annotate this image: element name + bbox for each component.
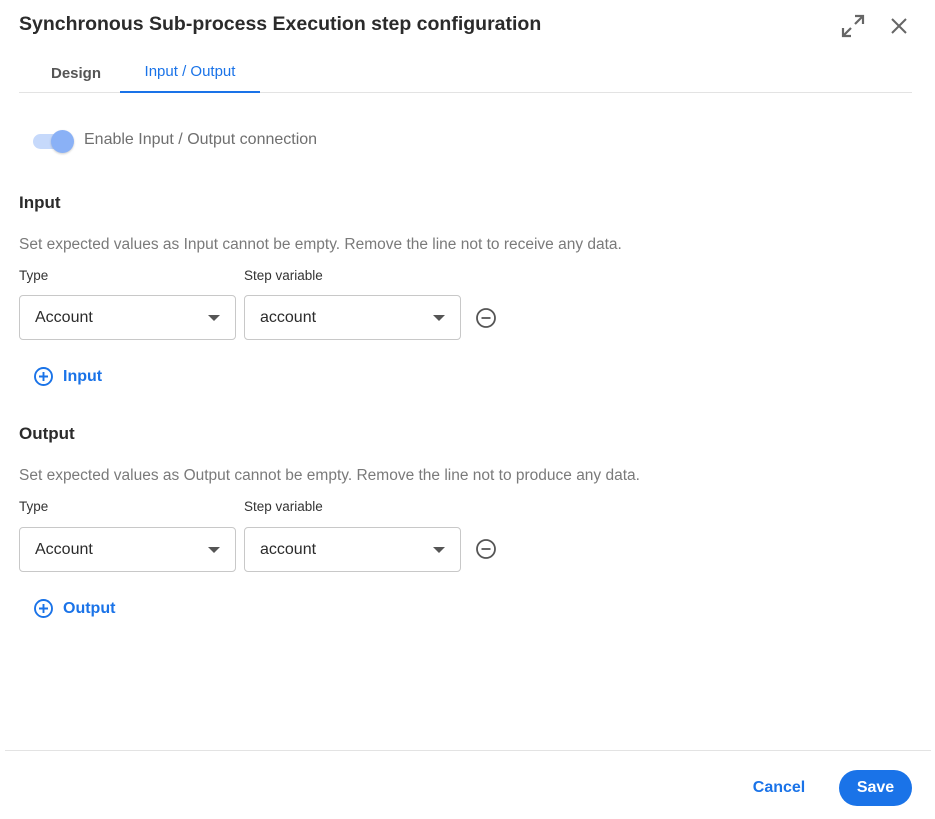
output-section-description: Set expected values as Output cannot be …	[19, 467, 640, 484]
output-type-select[interactable]: Account	[19, 527, 236, 572]
remove-input-row-button[interactable]	[475, 307, 497, 329]
dropdown-arrow-icon	[433, 315, 445, 321]
dialog-title: Synchronous Sub-process Execution step c…	[19, 13, 542, 35]
input-variable-select[interactable]: account	[244, 295, 461, 340]
tab-design[interactable]: Design	[26, 52, 126, 94]
input-type-value: Account	[35, 308, 93, 326]
plus-circle-icon	[34, 599, 53, 618]
toggle-label: Enable Input / Output connection	[84, 131, 318, 148]
cancel-button[interactable]: Cancel	[742, 771, 816, 805]
input-variable-label: Step variable	[244, 268, 323, 283]
input-variable-value: account	[260, 308, 317, 326]
output-section-title: Output	[19, 424, 75, 443]
dropdown-arrow-icon	[208, 547, 220, 553]
output-variable-value: account	[260, 540, 317, 558]
add-input-label: Input	[63, 367, 103, 385]
input-section-description: Set expected values as Input cannot be e…	[19, 236, 622, 253]
output-type-label: Type	[19, 499, 49, 514]
plus-circle-icon	[34, 367, 53, 386]
dropdown-arrow-icon	[433, 547, 445, 553]
add-output-label: Output	[63, 599, 116, 617]
close-button[interactable]	[886, 13, 912, 39]
expand-icon	[841, 14, 865, 38]
minus-circle-icon	[476, 308, 496, 328]
add-input-button[interactable]: Input	[33, 366, 102, 387]
add-output-button[interactable]: Output	[33, 598, 115, 619]
expand-button[interactable]	[840, 13, 866, 39]
dropdown-arrow-icon	[208, 315, 220, 321]
input-section-title: Input	[19, 193, 61, 212]
input-type-select[interactable]: Account	[19, 295, 236, 340]
toggle-knob	[51, 130, 74, 153]
io-connection-toggle[interactable]	[31, 130, 75, 154]
footer-divider	[5, 750, 931, 751]
output-type-value: Account	[35, 540, 93, 558]
output-variable-select[interactable]: account	[244, 527, 461, 572]
remove-output-row-button[interactable]	[475, 538, 497, 560]
save-button[interactable]: Save	[839, 770, 912, 806]
tab-input-output[interactable]: Input / Output	[120, 50, 260, 93]
close-icon	[891, 18, 907, 34]
input-type-label: Type	[19, 268, 49, 283]
minus-circle-icon	[476, 539, 496, 559]
output-variable-label: Step variable	[244, 499, 323, 514]
tab-bar: Design Input / Output	[19, 50, 912, 93]
